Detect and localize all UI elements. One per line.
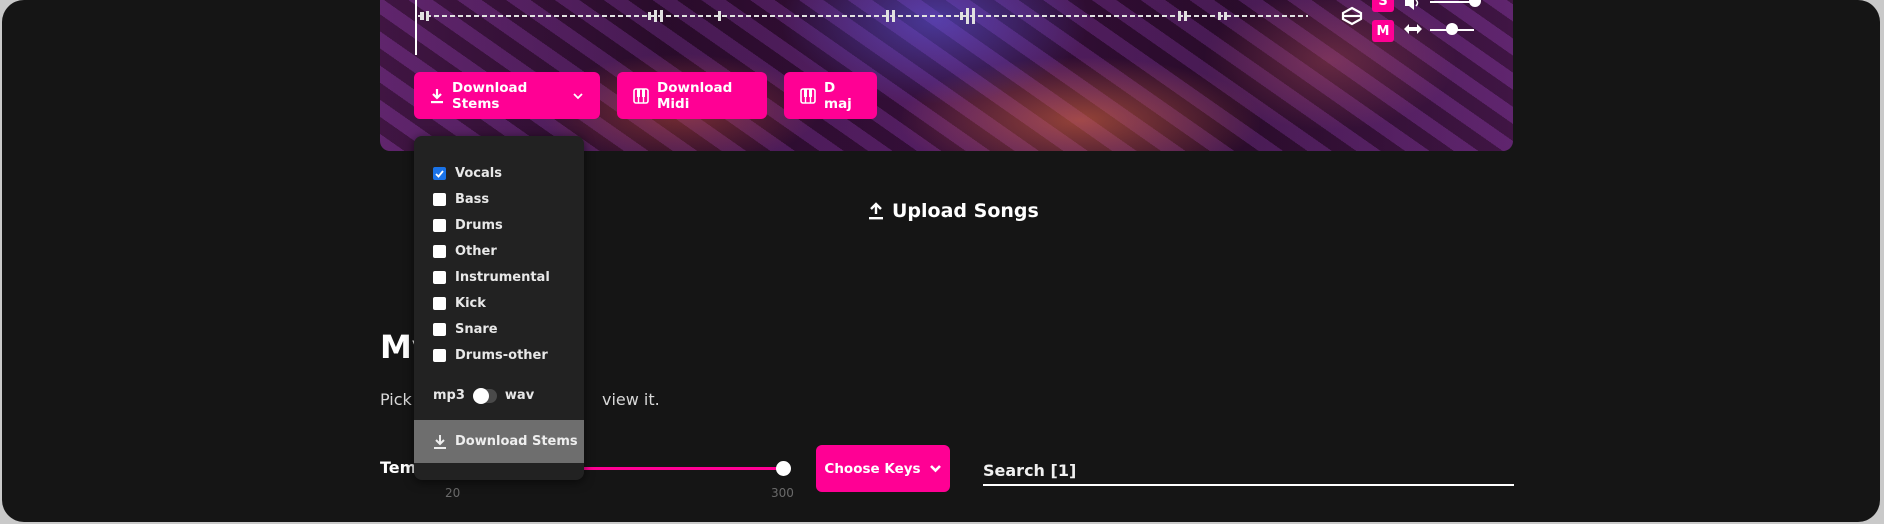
format-toggle[interactable] xyxy=(472,387,497,404)
tempo-range-track[interactable] xyxy=(562,467,783,470)
library-description-end: view it. xyxy=(602,390,660,409)
chevron-down-icon xyxy=(929,465,941,473)
stems-dropdown-menu: Vocals Bass Drums Other Instrumental Kic… xyxy=(414,136,584,480)
app-window: S M Download Stems Download Midi D maj U… xyxy=(2,0,1880,522)
pan-icon xyxy=(1404,24,1422,34)
stem-option-other[interactable]: Other xyxy=(433,244,497,259)
format-mp3-label: mp3 xyxy=(433,388,465,403)
download-icon xyxy=(431,88,443,103)
download-icon xyxy=(434,434,446,449)
stem-option-label: Other xyxy=(455,244,497,259)
upload-songs-button[interactable]: Upload Songs xyxy=(868,200,1039,222)
choose-keys-button[interactable]: Choose Keys xyxy=(816,445,950,492)
track-player-hero: S M Download Stems Download Midi D maj xyxy=(380,0,1513,151)
checkmark-icon xyxy=(435,169,444,178)
playhead[interactable] xyxy=(415,0,417,55)
choose-keys-label: Choose Keys xyxy=(824,460,921,477)
pan-slider-knob[interactable] xyxy=(1446,23,1458,35)
stem-option-drums[interactable]: Drums xyxy=(433,218,503,233)
checkbox-other[interactable] xyxy=(433,245,446,258)
volume-slider-knob[interactable] xyxy=(1469,0,1481,7)
stem-option-snare[interactable]: Snare xyxy=(433,322,498,337)
format-toggle-knob[interactable] xyxy=(472,387,489,404)
stem-option-vocals[interactable]: Vocals xyxy=(433,166,502,181)
checkbox-drums-other[interactable] xyxy=(433,349,446,362)
checkbox-instrumental[interactable] xyxy=(433,271,446,284)
tempo-max-label: 300 xyxy=(771,486,794,500)
solo-button[interactable]: S xyxy=(1372,0,1394,12)
checkbox-snare[interactable] xyxy=(433,323,446,336)
stem-option-drums-other[interactable]: Drums-other xyxy=(433,348,548,363)
checkbox-drums[interactable] xyxy=(433,219,446,232)
stem-option-label: Bass xyxy=(455,192,490,207)
layers-icon[interactable] xyxy=(1341,6,1363,26)
format-toggle-row: mp3 wav xyxy=(433,387,535,404)
dropdown-download-stems-button[interactable]: Download Stems xyxy=(414,420,584,463)
tempo-min-label: 20 xyxy=(445,486,461,500)
stem-option-label: Vocals xyxy=(455,166,502,181)
piano-icon xyxy=(633,87,649,104)
checkbox-vocals[interactable] xyxy=(433,167,446,180)
tempo-label: Tem xyxy=(380,458,417,477)
upload-icon xyxy=(869,202,883,220)
stem-option-instrumental[interactable]: Instrumental xyxy=(433,270,550,285)
song-key-label: D maj xyxy=(824,79,852,112)
piano-icon xyxy=(800,87,816,104)
download-stems-label: Download Stems xyxy=(452,79,528,112)
stem-option-label: Drums-other xyxy=(455,348,548,363)
stem-option-bass[interactable]: Bass xyxy=(433,192,489,207)
search-input[interactable] xyxy=(983,456,1514,486)
song-key-button[interactable]: D maj xyxy=(784,72,877,119)
library-description: Pick xyxy=(380,390,412,409)
chevron-down-icon xyxy=(573,92,583,99)
solo-label: S xyxy=(1378,0,1388,9)
mute-button[interactable]: M xyxy=(1372,20,1394,42)
checkbox-bass[interactable] xyxy=(433,193,446,206)
stem-option-label: Drums xyxy=(455,218,503,233)
tempo-max-knob[interactable] xyxy=(776,461,791,476)
dropdown-download-label: Download Stems xyxy=(455,434,578,449)
upload-songs-label: Upload Songs xyxy=(892,200,1039,222)
stem-option-kick[interactable]: Kick xyxy=(433,296,486,311)
mute-label: M xyxy=(1376,23,1390,39)
waveform[interactable] xyxy=(418,8,1308,24)
format-wav-label: wav xyxy=(504,388,535,403)
checkbox-kick[interactable] xyxy=(433,297,446,310)
download-midi-button[interactable]: Download Midi xyxy=(617,72,767,119)
stem-option-label: Instrumental xyxy=(455,270,550,285)
download-midi-label: Download Midi xyxy=(657,79,733,112)
download-stems-button[interactable]: Download Stems xyxy=(414,72,600,119)
volume-icon xyxy=(1405,0,1419,10)
stem-option-label: Snare xyxy=(455,322,498,337)
stem-option-label: Kick xyxy=(455,296,486,311)
